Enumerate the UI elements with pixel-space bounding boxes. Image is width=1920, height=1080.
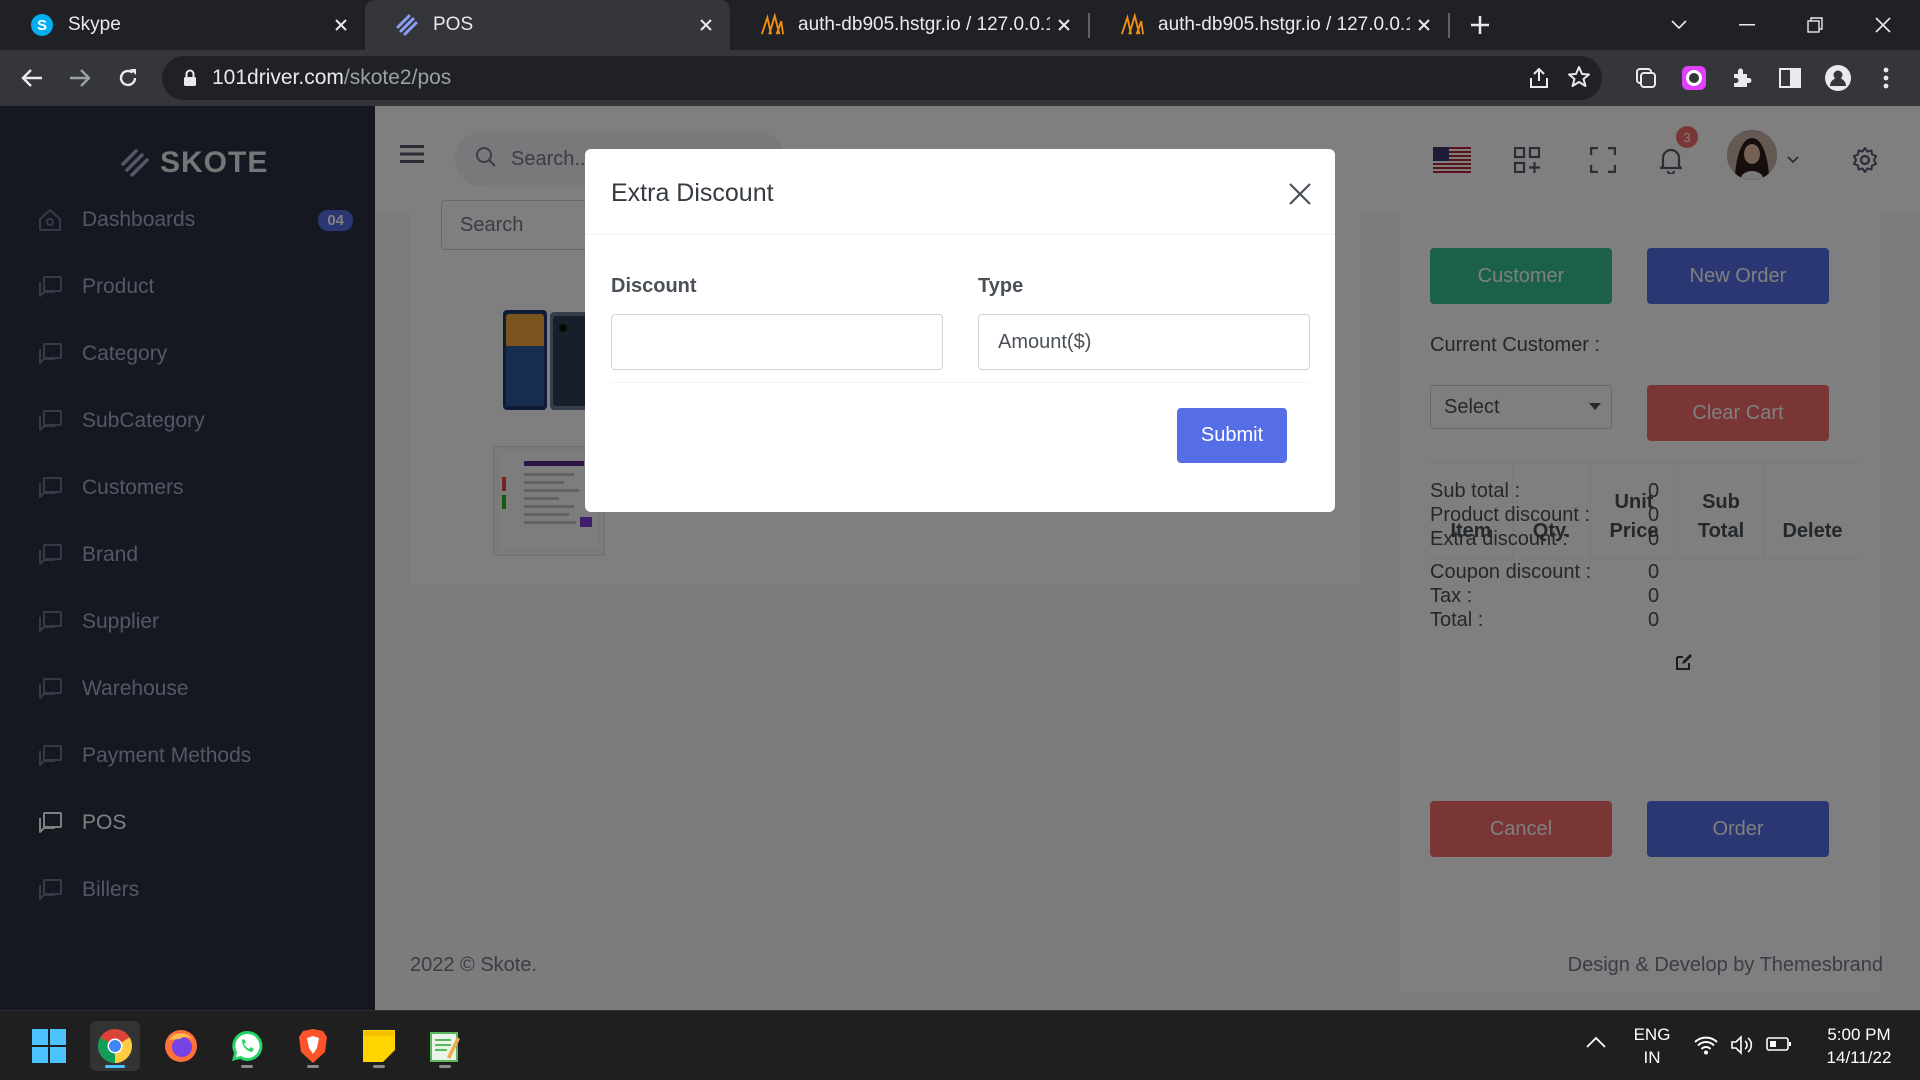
modal-divider (611, 382, 1309, 383)
wifi-icon[interactable] (1694, 1035, 1718, 1060)
phpmyadmin-icon (1120, 13, 1144, 37)
windows-start-icon[interactable] (24, 1021, 74, 1071)
battery-icon[interactable] (1766, 1036, 1792, 1057)
brave-icon[interactable] (288, 1021, 338, 1071)
modal-title: Extra Discount (611, 179, 774, 207)
reload-icon[interactable] (108, 58, 148, 98)
url-text: 101driver.com/skote2/pos (212, 66, 451, 90)
close-tab-icon[interactable] (327, 11, 355, 39)
browser-toolbar: 101driver.com/skote2/pos (0, 50, 1920, 106)
new-tab-button[interactable] (1460, 5, 1500, 45)
discount-label: Discount (611, 275, 697, 297)
browser-menu-icon[interactable] (1866, 58, 1906, 98)
tab-phpmyadmin-1[interactable]: auth-db905.hstgr.io / 127.0.0.1 / (730, 0, 1088, 50)
side-panel-icon[interactable] (1770, 58, 1810, 98)
restore-window-icon[interactable] (1781, 0, 1849, 50)
tab-title: Skype (68, 14, 121, 35)
firefox-icon[interactable] (156, 1021, 206, 1071)
tab-skype[interactable]: S Skype (0, 0, 365, 50)
tab-title: auth-db905.hstgr.io / 127.0.0.1 / (798, 14, 1050, 35)
skote-icon (395, 13, 419, 37)
clock-time: 5:00 PM (1827, 1025, 1891, 1044)
extension-sync-icon[interactable] (1626, 58, 1666, 98)
type-label: Type (978, 275, 1024, 297)
language-indicator[interactable]: ENG IN (1627, 1023, 1677, 1069)
phpmyadmin-icon (760, 13, 784, 37)
tray-chevron-up-icon[interactable] (1586, 1035, 1606, 1053)
lock-icon (178, 69, 202, 87)
running-indicator (241, 1065, 253, 1068)
bookmark-star-icon[interactable] (1567, 65, 1591, 94)
url-path: /skote2/pos (343, 66, 452, 89)
language-text: ENG (1633, 1025, 1671, 1044)
extensions-puzzle-icon[interactable] (1722, 58, 1762, 98)
minimize-window-icon[interactable] (1713, 0, 1781, 50)
discount-input[interactable] (611, 314, 943, 370)
skype-icon: S (30, 13, 54, 37)
extra-discount-modal: Extra Discount Discount Type Amount($) S… (585, 149, 1335, 512)
running-indicator (373, 1065, 385, 1068)
tab-title: POS (433, 14, 474, 35)
color-picker-extension-icon[interactable] (1674, 58, 1714, 98)
submit-button[interactable]: Submit (1177, 408, 1287, 463)
clock-date: 14/11/22 (1826, 1048, 1892, 1067)
windows-taskbar: ENG IN 5:00 PM 14/11/22 (0, 1010, 1920, 1080)
close-icon[interactable] (1285, 179, 1315, 209)
sticky-notes-icon[interactable] (354, 1021, 404, 1071)
volume-icon[interactable] (1730, 1035, 1754, 1060)
type-select[interactable]: Amount($) (978, 314, 1310, 370)
close-tab-icon[interactable] (692, 11, 720, 39)
running-indicator (307, 1065, 319, 1068)
close-tab-icon[interactable] (1410, 11, 1438, 39)
profile-icon[interactable] (1818, 58, 1858, 98)
tab-pos[interactable]: POS (365, 0, 730, 50)
active-indicator (105, 1065, 125, 1068)
tab-separator (1448, 13, 1450, 38)
chrome-icon[interactable] (90, 1021, 140, 1071)
close-tab-icon[interactable] (1050, 11, 1078, 39)
modal-header: Extra Discount (585, 149, 1335, 235)
forward-arrow-icon[interactable] (60, 58, 100, 98)
tab-phpmyadmin-2[interactable]: auth-db905.hstgr.io / 127.0.0.1 / (1090, 0, 1448, 50)
address-bar[interactable]: 101driver.com/skote2/pos (162, 56, 1602, 100)
close-window-icon[interactable] (1849, 0, 1917, 50)
svg-text:S: S (37, 17, 47, 34)
notepad-icon[interactable] (420, 1021, 470, 1071)
url-domain: 101driver.com (212, 66, 344, 89)
tab-title: auth-db905.hstgr.io / 127.0.0.1 / (1158, 14, 1410, 35)
tab-search-chevron-icon[interactable] (1645, 0, 1713, 50)
type-select-value: Amount($) (998, 330, 1092, 353)
clock[interactable]: 5:00 PM 14/11/22 (1814, 1023, 1904, 1069)
running-indicator (439, 1065, 451, 1068)
region-text: IN (1643, 1048, 1661, 1067)
back-arrow-icon[interactable] (12, 58, 52, 98)
browser-tab-strip: S Skype POS auth-db905.hstgr.io / 127.0.… (0, 0, 1920, 50)
share-icon[interactable] (1527, 66, 1551, 95)
whatsapp-icon[interactable] (222, 1021, 272, 1071)
